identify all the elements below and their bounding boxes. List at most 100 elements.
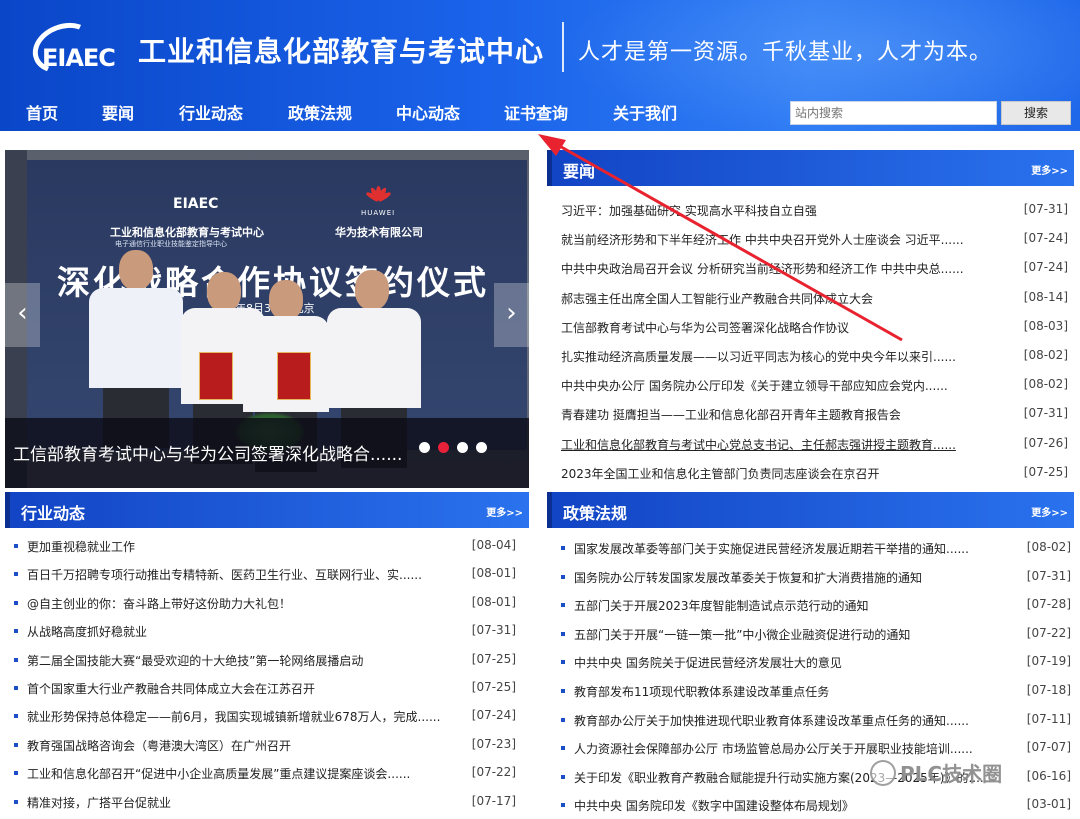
list-item-title[interactable]: 中共中央政治局召开会议 分析研究当前经济形势和经济工作 中共中央总...... <box>561 260 981 277</box>
list-item-date: [07-22] <box>1026 625 1071 640</box>
carousel-dot[interactable] <box>419 442 430 453</box>
list-item-date: [08-02] <box>1023 377 1068 392</box>
list-item-date: [07-19] <box>1026 654 1071 669</box>
carousel-prev-icon[interactable]: ‹ <box>5 283 40 347</box>
list-item[interactable]: 中共中央政治局召开会议 分析研究当前经济形势和经济工作 中共中央总...... [… <box>561 260 1068 280</box>
bullet-icon <box>14 544 18 548</box>
list-item[interactable]: 工业和信息化部召开“促进中小企业高质量发展”重点建议提案座谈会...... [07… <box>14 765 516 785</box>
list-item-title[interactable]: 五部门关于开展“一链一策一批”中小微企业融资促进行动的通知 <box>574 626 994 643</box>
list-item-title[interactable]: 人力资源社会保障部办公厅 市场监管总局办公厅关于开展职业技能培训...... <box>574 740 994 757</box>
list-item[interactable]: 中共中央 国务院印发《数字中国建设整体布局规划》 [03-01] <box>561 797 1071 817</box>
carousel-caption[interactable]: 工信部教育考试中心与华为公司签署深化战略合...... <box>13 440 402 465</box>
carousel-next-icon[interactable]: › <box>494 283 529 347</box>
list-item-date: [08-04] <box>471 538 516 552</box>
search-input[interactable] <box>790 101 997 125</box>
list-item-title[interactable]: 2023年全国工业和信息化主管部门负责同志座谈会在京召开 <box>561 465 981 482</box>
list-item[interactable]: 首个国家重大行业产教融合共同体成立大会在江苏召开 [07-25] <box>14 680 516 700</box>
list-item-title[interactable]: 百日千万招聘专项行动推出专精特新、医药卫生行业、互联网行业、实...... <box>27 566 447 583</box>
list-item-title[interactable]: 国家发展改革委等部门关于实施促进民营经济发展近期若干举措的通知...... <box>574 540 994 557</box>
site-slogan: 人才是第一资源。千秋基业，人才为本。 <box>578 40 993 65</box>
list-item-title[interactable]: 青春建功 挺膺担当——工业和信息化部召开青年主题教育报告会 <box>561 406 981 423</box>
wechat-icon <box>870 760 896 786</box>
list-item-title[interactable]: 中共中央 国务院印发《数字中国建设整体布局规划》 <box>574 797 994 814</box>
bullet-icon <box>561 660 565 665</box>
list-item[interactable]: 第二届全国技能大赛“最受欢迎的十大绝技”第一轮网络展播启动 [07-25] <box>14 652 516 672</box>
list-item[interactable]: 国家发展改革委等部门关于实施促进民营经济发展近期若干举措的通知...... [08… <box>561 540 1071 560</box>
list-item-title[interactable]: 工业和信息化部召开“促进中小企业高质量发展”重点建议提案座谈会...... <box>27 765 447 782</box>
industry-panel-title: 行业动态 <box>21 504 86 523</box>
list-item-title[interactable]: 郝志强主任出席全国人工智能行业产教融合共同体成立大会 <box>561 290 981 307</box>
bullet-icon <box>561 546 565 550</box>
list-item[interactable]: 就当前经济形势和下半年经济工作 中共中央召开党外人士座谈会 习近平...... [… <box>561 231 1068 251</box>
list-item-title[interactable]: 习近平：加强基础研究 实现高水平科技自立自强 <box>561 202 981 219</box>
eiaec-logo[interactable]: EIAEC <box>25 14 128 82</box>
signed-agreement-folder <box>277 352 311 400</box>
carousel-dot-active[interactable] <box>438 442 449 453</box>
list-item-title[interactable]: 国务院办公厅转发国家发展改革委关于恢复和扩大消费措施的通知 <box>574 569 994 586</box>
list-item-title[interactable]: 中共中央 国务院关于促进民营经济发展壮大的意见 <box>574 654 994 671</box>
list-item-title[interactable]: 精准对接，广搭平台促就业 <box>27 794 447 811</box>
nav-item-news[interactable]: 要闻 <box>102 100 134 124</box>
list-item-title[interactable]: 工业和信息化部教育与考试中心党总支书记、主任郝志强讲授主题教育...... <box>561 436 981 453</box>
news-more-link[interactable]: 更多>> <box>1031 162 1068 177</box>
list-item[interactable]: 就业形势保持总体稳定——前6月，我国实现城镇新增就业678万人，完成......… <box>14 708 516 728</box>
list-item-title[interactable]: @自主创业的你：奋斗路上带好这份助力大礼包！ <box>27 595 447 612</box>
list-item[interactable]: @自主创业的你：奋斗路上带好这份助力大礼包！ [08-01] <box>14 595 516 615</box>
list-item[interactable]: 扎实推动经济高质量发展——以习近平同志为核心的党中央今年以来引...... [08… <box>561 348 1068 368</box>
list-item-title[interactable]: 教育部办公厅关于加快推进现代职业教育体系建设改革重点任务的通知...... <box>574 712 994 729</box>
list-item-title[interactable]: 教育强国战略咨询会（粤港澳大湾区）在广州召开 <box>27 737 447 754</box>
list-item-title[interactable]: 工信部教育考试中心与华为公司签署深化战略合作协议 <box>561 319 981 336</box>
list-item-date: [07-25] <box>471 680 516 694</box>
list-item[interactable]: 习近平：加强基础研究 实现高水平科技自立自强 [07-31] <box>561 202 1068 222</box>
list-item[interactable]: 工信部教育考试中心与华为公司签署深化战略合作协议 [08-03] <box>561 319 1068 339</box>
industry-more-link[interactable]: 更多>> <box>486 504 523 519</box>
list-item[interactable]: 工业和信息化部教育与考试中心党总支书记、主任郝志强讲授主题教育...... [07… <box>561 436 1068 456</box>
list-item[interactable]: 精准对接，广搭平台促就业 [07-17] <box>14 794 516 814</box>
list-item-title[interactable]: 教育部发布11项现代职教体系建设改革重点任务 <box>574 683 994 700</box>
list-item[interactable]: 2023年全国工业和信息化主管部门负责同志座谈会在京召开 [07-25] <box>561 465 1068 485</box>
search-button[interactable]: 搜索 <box>1001 101 1071 125</box>
list-item[interactable]: 教育部发布11项现代职教体系建设改革重点任务 [07-18] <box>561 683 1071 703</box>
list-item[interactable]: 五部门关于开展2023年度智能制造试点示范行动的通知 [07-28] <box>561 597 1071 617</box>
list-item-title[interactable]: 就业形势保持总体稳定——前6月，我国实现城镇新增就业678万人，完成...... <box>27 708 447 725</box>
bullet-icon <box>14 657 18 662</box>
nav-item-industry[interactable]: 行业动态 <box>179 100 243 124</box>
carousel-dot[interactable] <box>476 442 487 453</box>
list-item[interactable]: 教育部办公厅关于加快推进现代职业教育体系建设改革重点任务的通知...... [07… <box>561 712 1071 732</box>
list-item-title[interactable]: 首个国家重大行业产教融合共同体成立大会在江苏召开 <box>27 680 447 697</box>
list-item-date: [07-26] <box>1023 435 1068 450</box>
list-item[interactable]: 从战略高度抓好稳就业 [07-31] <box>14 623 516 643</box>
list-item[interactable]: 百日千万招聘专项行动推出专精特新、医药卫生行业、互联网行业、实...... [08… <box>14 566 516 586</box>
list-item[interactable]: 五部门关于开展“一链一策一批”中小微企业融资促进行动的通知 [07-22] <box>561 626 1071 646</box>
signed-agreement-folder <box>199 352 233 400</box>
list-item[interactable]: 中共中央 国务院关于促进民营经济发展壮大的意见 [07-19] <box>561 654 1071 674</box>
nav-item-about[interactable]: 关于我们 <box>613 100 677 124</box>
list-item-title[interactable]: 更加重视稳就业工作 <box>27 538 447 555</box>
list-item-title[interactable]: 中共中央办公厅 国务院办公厅印发《关于建立领导干部应知应会党内...... <box>561 377 981 394</box>
bullet-icon <box>14 600 18 605</box>
nav-item-home[interactable]: 首页 <box>26 100 58 124</box>
policy-more-link[interactable]: 更多>> <box>1031 504 1068 519</box>
bullet-icon <box>561 774 565 779</box>
nav-item-policy[interactable]: 政策法规 <box>288 100 352 124</box>
list-item-title[interactable]: 五部门关于开展2023年度智能制造试点示范行动的通知 <box>574 597 994 614</box>
list-item-title[interactable]: 就当前经济形势和下半年经济工作 中共中央召开党外人士座谈会 习近平...... <box>561 231 981 248</box>
list-item-title[interactable]: 从战略高度抓好稳就业 <box>27 623 447 640</box>
list-item[interactable]: 中共中央办公厅 国务院办公厅印发《关于建立领导干部应知应会党内...... [08… <box>561 377 1068 397</box>
photo-carousel[interactable]: EIAEC 工业和信息化部教育与考试中心 电子通信行业职业技能鉴定指导中心 HU… <box>5 150 529 488</box>
list-item-title[interactable]: 扎实推动经济高质量发展——以习近平同志为核心的党中央今年以来引...... <box>561 348 981 365</box>
bullet-icon <box>14 629 18 634</box>
bullet-icon <box>14 742 18 747</box>
list-item[interactable]: 青春建功 挺膺担当——工业和信息化部召开青年主题教育报告会 [07-31] <box>561 406 1068 426</box>
list-item-title[interactable]: 第二届全国技能大赛“最受欢迎的十大绝技”第一轮网络展播启动 <box>27 652 447 669</box>
list-item[interactable]: 教育强国战略咨询会（粤港澳大湾区）在广州召开 [07-23] <box>14 737 516 757</box>
nav-item-certificate[interactable]: 证书查询 <box>504 100 568 124</box>
nav-item-center[interactable]: 中心动态 <box>396 100 460 124</box>
bullet-icon <box>561 803 565 808</box>
carousel-dot[interactable] <box>457 442 468 453</box>
list-item-date: [07-31] <box>1023 406 1068 421</box>
list-item[interactable]: 郝志强主任出席全国人工智能行业产教融合共同体成立大会 [08-14] <box>561 290 1068 310</box>
list-item[interactable]: 更加重视稳就业工作 [08-04] <box>14 538 516 558</box>
list-item[interactable]: 国务院办公厅转发国家发展改革委关于恢复和扩大消费措施的通知 [07-31] <box>561 569 1071 589</box>
bullet-icon <box>561 603 565 608</box>
